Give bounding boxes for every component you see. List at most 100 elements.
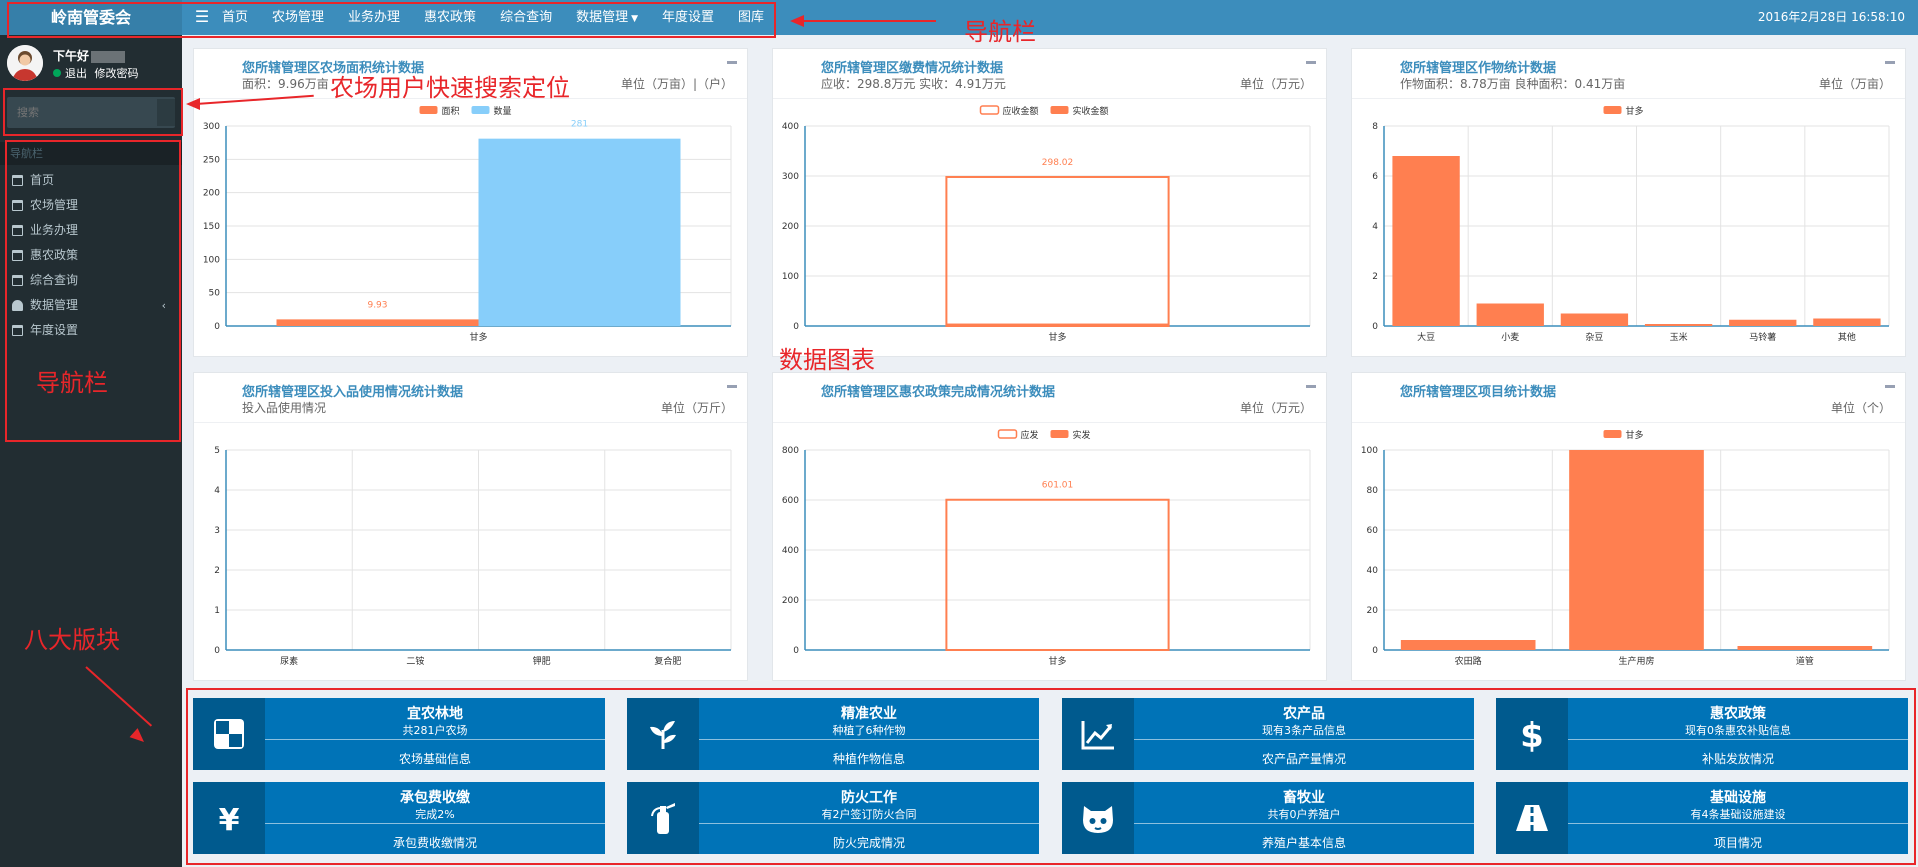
- x-tick-label: 大豆: [1417, 331, 1435, 343]
- y-tick-label: 200: [782, 596, 799, 606]
- annotation-arrow-head: [790, 15, 804, 27]
- bar: [1813, 318, 1881, 326]
- y-tick-label: 1: [214, 606, 220, 616]
- bar: [945, 175, 1170, 327]
- y-tick-label: 300: [782, 172, 799, 182]
- collapse-icon[interactable]: [727, 385, 737, 388]
- y-tick-label: 250: [203, 155, 220, 165]
- legend-swatch: [1050, 430, 1069, 438]
- y-tick-label: 0: [793, 646, 799, 656]
- chart-fee: 0 100 200 300 400 甘多 应收金额 实收金额 298.02: [782, 105, 1311, 343]
- y-tick-label: 8: [1372, 122, 1378, 132]
- y-tick-label: 5: [214, 446, 220, 456]
- panel-title: 您所辖管理区惠农政策完成情况统计数据: [821, 385, 1056, 400]
- annotation-arrow-line: [798, 20, 936, 22]
- x-tick-label: 复合肥: [654, 655, 681, 667]
- x-tick-label: 道管: [1796, 655, 1814, 667]
- legend-swatch: [1050, 106, 1069, 114]
- panel-crops: 您所辖管理区作物统计数据 作物面积：8.78万亩 良种面积：0.41万亩 单位（…: [1351, 48, 1906, 357]
- bar: [478, 138, 681, 326]
- y-tick-label: 2: [214, 566, 220, 576]
- y-tick-label: 0: [214, 646, 220, 656]
- collapse-icon[interactable]: [727, 61, 737, 64]
- y-tick-label: 6: [1372, 172, 1378, 182]
- user-links: 退出 修改密码: [53, 65, 139, 81]
- legend-label: 面积: [442, 105, 460, 117]
- y-tick-label: 0: [214, 322, 220, 332]
- chart-farm-area: 0 50 100 150 200 250 300 甘多 面积 数量 9.93 281: [203, 105, 732, 343]
- x-tick-label: 尿素: [280, 655, 298, 667]
- x-tick-label: 钾肥: [533, 655, 551, 667]
- collapse-icon[interactable]: [1885, 385, 1895, 388]
- annotation-label-blocks: 八大版块: [24, 626, 120, 654]
- annotation-label-charts: 数据图表: [779, 346, 875, 374]
- x-tick-label: 马铃薯: [1749, 331, 1776, 343]
- bar: [1729, 319, 1797, 326]
- panel-projects: 您所辖管理区项目统计数据 单位（个） 0 20 40 60 80 100 农田路 生产用房 道管…: [1351, 372, 1906, 681]
- collapse-icon[interactable]: [1885, 61, 1895, 64]
- panel-title: 您所辖管理区作物统计数据: [1400, 61, 1557, 76]
- data-label: 298.02: [1042, 158, 1074, 168]
- chart-projects: 0 20 40 60 80 100 农田路 生产用房 道管 甘多: [1361, 429, 1890, 667]
- bar: [1737, 646, 1873, 650]
- panel-subtitle: 面积：9.96万亩: [242, 77, 329, 91]
- legend-swatch: [471, 106, 490, 114]
- bar: [1569, 450, 1704, 650]
- change-password-link[interactable]: 修改密码: [95, 67, 139, 80]
- legend-swatch: [979, 105, 1000, 115]
- user-avatar-icon: [7, 45, 43, 81]
- y-tick-label: 3: [214, 526, 220, 536]
- y-tick-label: 100: [782, 272, 799, 282]
- panel-subtitle: 投入品使用情况: [242, 401, 327, 415]
- bar: [1644, 324, 1713, 326]
- legend-swatch: [1603, 430, 1622, 438]
- user-panel: 下午好 退出 修改密码: [7, 45, 177, 85]
- bar: [945, 498, 1170, 651]
- chart-crops: 0 2 4 6 8 大豆 小麦 杂豆 玉米 马铃薯 其他 甘多: [1372, 105, 1890, 343]
- y-tick-label: 800: [782, 446, 799, 456]
- bar: [1476, 303, 1544, 326]
- chart-subsidy: 0 200 400 600 800 甘多 应发 实发 601.01: [782, 429, 1311, 667]
- annotation-box-topnav: [7, 2, 776, 38]
- x-tick-label: 甘多: [1048, 331, 1066, 343]
- annotation-arrow-head: [186, 98, 200, 110]
- user-name: 下午好: [53, 47, 126, 64]
- y-tick-label: 300: [203, 122, 220, 132]
- data-label: 281: [571, 120, 588, 130]
- x-tick-label: 杂豆: [1585, 332, 1603, 343]
- y-tick-label: 0: [1372, 646, 1378, 656]
- legend-label: 数量: [494, 105, 512, 117]
- logout-link[interactable]: 退出: [65, 67, 87, 80]
- panel-unit: 单位（万亩）|（户）: [620, 77, 733, 91]
- y-tick-label: 100: [1361, 446, 1378, 456]
- y-tick-label: 4: [214, 486, 220, 496]
- x-tick-label: 农田路: [1455, 655, 1482, 667]
- collapse-icon[interactable]: [1306, 385, 1316, 388]
- x-tick-label: 其他: [1838, 331, 1856, 343]
- legend-label: 实收金额: [1073, 105, 1109, 117]
- legend-label: 实发: [1073, 429, 1091, 441]
- bar: [1400, 640, 1536, 650]
- x-tick-label: 小麦: [1501, 331, 1519, 343]
- data-label: 9.93: [367, 300, 387, 310]
- panel-subtitle: 作物面积：8.78万亩 良种面积：0.41万亩: [1400, 77, 1626, 91]
- panel-unit: 单位（个）: [1830, 401, 1891, 415]
- legend-swatch: [1603, 106, 1622, 114]
- legend-label: 应发: [1021, 429, 1039, 441]
- panel-title: 您所辖管理区投入品使用情况统计数据: [242, 385, 464, 400]
- panel-title: 您所辖管理区项目统计数据: [1400, 385, 1557, 400]
- annotation-label-search: 农场用户快速搜索定位: [330, 74, 570, 102]
- annotation-label-sidebar: 导航栏: [36, 369, 108, 397]
- y-tick-label: 0: [1372, 322, 1378, 332]
- panel-unit: 单位（万亩）: [1818, 77, 1891, 91]
- bar: [1392, 156, 1460, 326]
- panel-unit: 单位（万斤）: [660, 401, 733, 415]
- collapse-icon[interactable]: [1306, 61, 1316, 64]
- x-tick-label: 生产用房: [1618, 655, 1654, 667]
- bar: [1560, 313, 1629, 326]
- panel-subtitle: 应收：298.8万元 实收：4.91万元: [821, 77, 1006, 91]
- online-status-icon: [53, 69, 61, 77]
- y-tick-label: 4: [1372, 222, 1378, 232]
- x-tick-label: 甘多: [469, 331, 487, 343]
- y-tick-label: 2: [1372, 272, 1378, 282]
